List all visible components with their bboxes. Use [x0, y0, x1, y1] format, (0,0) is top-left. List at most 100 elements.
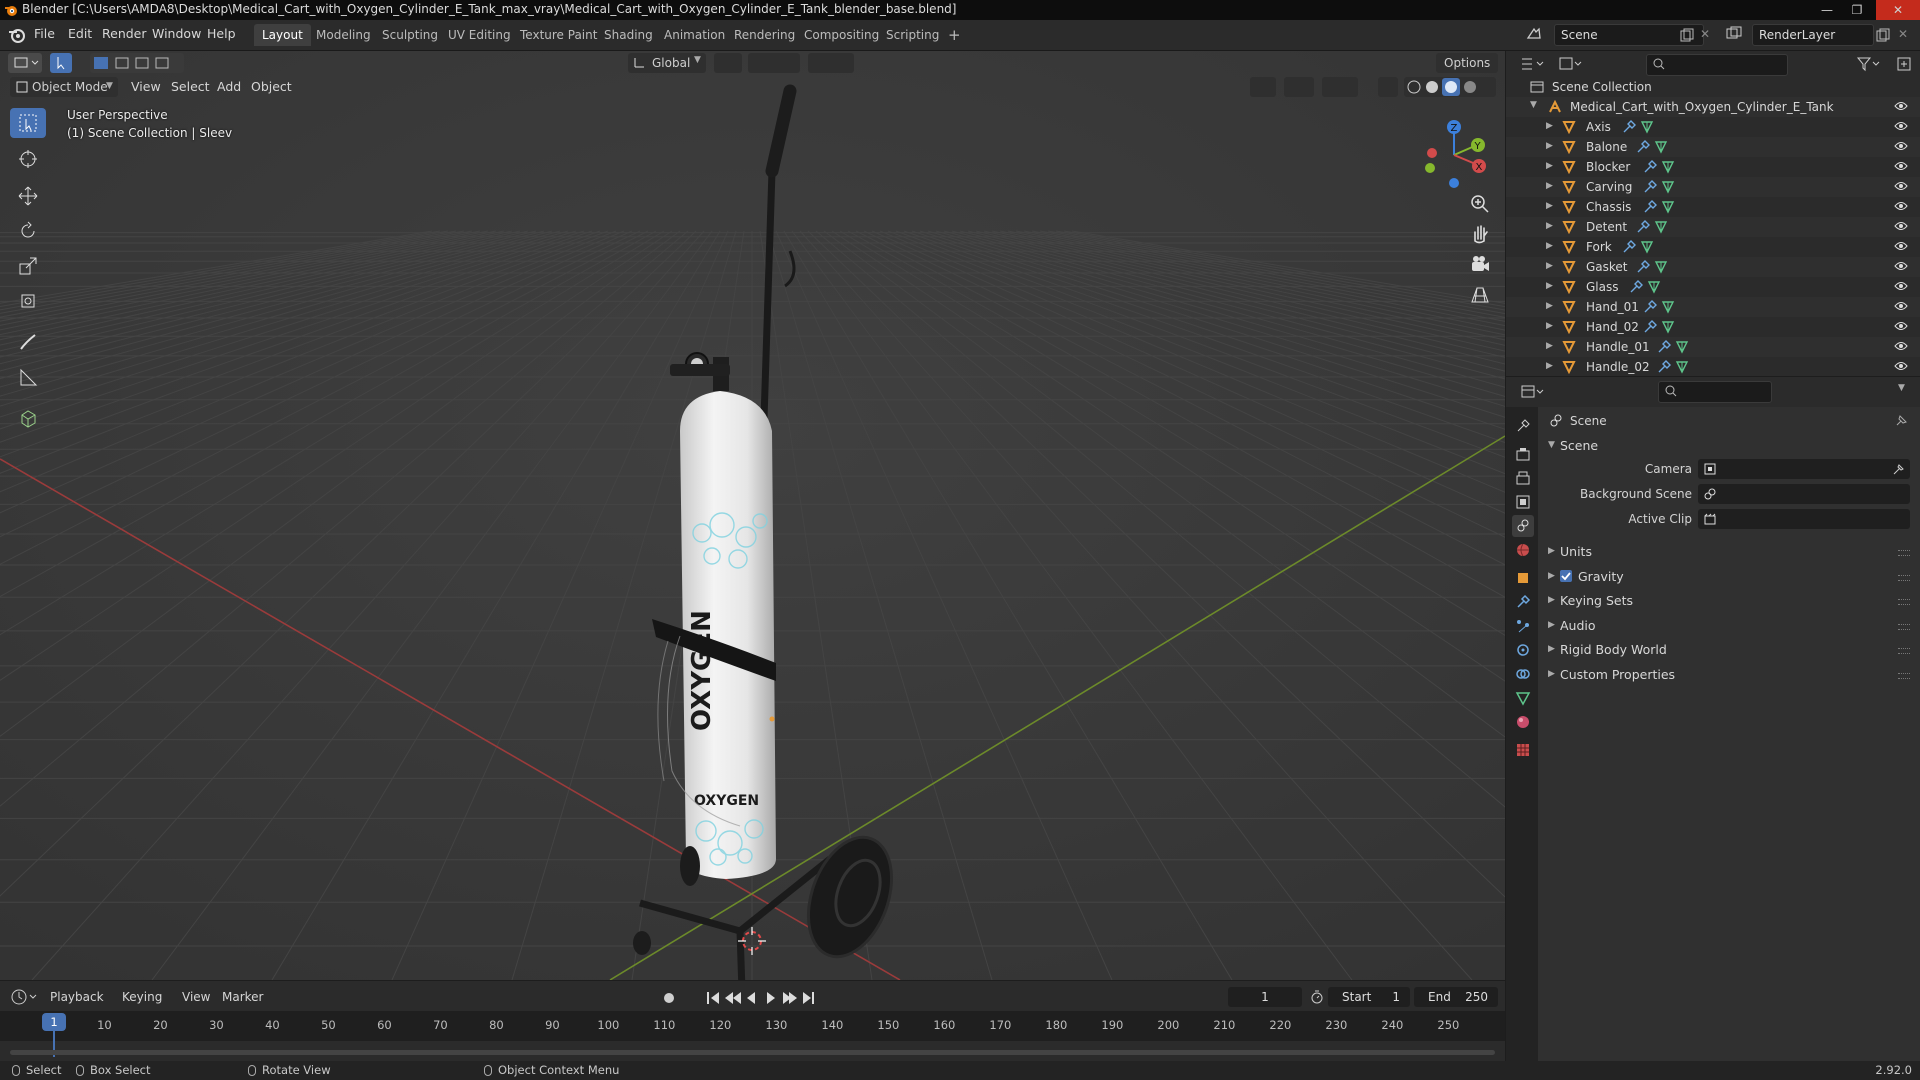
eye-icon[interactable]	[1894, 220, 1908, 232]
tab-material[interactable]	[1512, 711, 1534, 733]
3d-viewport[interactable]: OXYGEN OXYGEN Global ▼ Options Object Mo…	[0, 51, 1505, 980]
play-reverse-button[interactable]	[744, 989, 758, 1007]
expand-arrow-icon[interactable]: ▶	[1546, 201, 1553, 211]
shading-mode-buttons[interactable]	[1404, 77, 1496, 97]
background-scene-field[interactable]	[1698, 484, 1910, 504]
options-dropdown[interactable]: Options	[1436, 53, 1498, 73]
visibility-filter-dropdown[interactable]	[1250, 77, 1276, 97]
mesh-data-icon[interactable]	[1647, 280, 1661, 294]
viewport-menu-select[interactable]: Select	[171, 79, 210, 94]
tab-rendering[interactable]: Rendering	[726, 24, 803, 46]
editor-type-button[interactable]	[8, 53, 42, 73]
drag-handle-icon[interactable]	[1898, 648, 1910, 654]
jump-to-keyframe-back-button[interactable]	[724, 989, 740, 1007]
drag-handle-icon[interactable]	[1898, 672, 1910, 679]
tab-tool[interactable]	[1512, 415, 1534, 437]
ortho-toggle-icon[interactable]	[1469, 284, 1491, 306]
mesh-data-icon[interactable]	[1654, 260, 1668, 274]
selection-mode-buttons[interactable]	[90, 53, 184, 73]
move-tool[interactable]	[10, 181, 46, 211]
select-tool-mode-button[interactable]	[50, 53, 72, 73]
eye-icon[interactable]	[1894, 160, 1908, 172]
expand-arrow-icon[interactable]: ▶	[1546, 361, 1553, 371]
modifier-icon[interactable]	[1657, 360, 1671, 374]
outliner-object-row[interactable]: ▶ Detent	[1506, 217, 1920, 237]
viewport-menu-add[interactable]: Add	[217, 79, 241, 94]
select-box-tool[interactable]	[10, 108, 46, 138]
timeline-menu-playback[interactable]: Playback	[50, 990, 104, 1004]
tab-data[interactable]	[1512, 687, 1534, 709]
add-workspace-button[interactable]: +	[940, 24, 969, 46]
drag-handle-icon[interactable]	[1898, 574, 1910, 581]
eye-icon[interactable]	[1894, 100, 1908, 112]
modifier-icon[interactable]	[1622, 240, 1636, 254]
expand-arrow-icon[interactable]: ▶	[1546, 301, 1553, 311]
timeline-editor-type-button[interactable]	[10, 987, 40, 1007]
mesh-data-icon[interactable]	[1654, 220, 1668, 234]
end-frame-field[interactable]: End 250	[1414, 987, 1498, 1007]
modifier-icon[interactable]	[1643, 200, 1657, 214]
tab-particles[interactable]	[1512, 615, 1534, 637]
jump-to-keyframe-forward-button[interactable]	[781, 989, 797, 1007]
tab-output[interactable]	[1512, 467, 1534, 489]
tab-modeling[interactable]: Modeling	[308, 24, 379, 46]
gravity-checkbox[interactable]	[1560, 569, 1572, 582]
mesh-data-icon[interactable]	[1640, 120, 1654, 134]
tab-texture[interactable]	[1512, 739, 1534, 761]
outliner-object-row[interactable]: ▶ Gasket	[1506, 257, 1920, 277]
pin-icon[interactable]	[1894, 414, 1908, 428]
eye-icon[interactable]	[1894, 200, 1908, 212]
expand-arrow-icon[interactable]: ▶	[1546, 161, 1553, 171]
record-button[interactable]	[662, 991, 676, 1005]
eye-icon[interactable]	[1894, 120, 1908, 132]
display-mode-dropdown[interactable]	[1558, 56, 1584, 72]
modifier-icon[interactable]	[1636, 220, 1650, 234]
expand-arrow-icon[interactable]: ▶	[1546, 241, 1553, 251]
active-clip-field[interactable]	[1698, 509, 1910, 529]
jump-to-end-button[interactable]	[801, 989, 817, 1007]
modifier-icon[interactable]	[1643, 160, 1657, 174]
expand-arrow-icon[interactable]: ▶	[1546, 281, 1553, 291]
maximize-button[interactable]: ❐	[1842, 0, 1872, 20]
mesh-data-icon[interactable]	[1640, 240, 1654, 254]
outliner-root-row[interactable]: Scene Collection	[1506, 77, 1920, 97]
subpanel-units[interactable]: ▶ Units	[1542, 541, 1916, 563]
jump-to-start-button[interactable]	[705, 989, 721, 1007]
zoom-icon[interactable]	[1469, 193, 1491, 215]
drag-handle-icon[interactable]	[1898, 550, 1910, 556]
outliner-search-input[interactable]	[1646, 54, 1788, 76]
gizmo-toggle[interactable]	[1284, 77, 1314, 97]
delete-scene-icon[interactable]: ✕	[1700, 27, 1710, 41]
filter-icon[interactable]	[1856, 56, 1882, 72]
tab-constraints[interactable]	[1512, 663, 1534, 685]
menu-file[interactable]: File	[34, 26, 55, 41]
pan-hand-icon[interactable]	[1469, 223, 1491, 245]
proportional-editing-dropdown[interactable]	[808, 53, 854, 73]
blender-menu-icon[interactable]	[8, 26, 26, 44]
rotate-tool[interactable]	[10, 216, 46, 246]
eye-icon[interactable]	[1894, 340, 1908, 352]
timeline-menu-marker[interactable]: Marker	[222, 990, 263, 1004]
eye-icon[interactable]	[1894, 280, 1908, 292]
modifier-icon[interactable]	[1643, 300, 1657, 314]
pivot-point-dropdown[interactable]	[714, 53, 742, 73]
properties-search-input[interactable]	[1658, 381, 1772, 403]
menu-render[interactable]: Render	[102, 26, 147, 41]
xray-toggle[interactable]	[1378, 77, 1398, 97]
collapse-arrow-icon[interactable]: ▼	[1530, 100, 1537, 110]
expand-arrow-icon[interactable]: ▶	[1546, 261, 1553, 271]
modifier-icon[interactable]	[1657, 340, 1671, 354]
modifier-icon[interactable]	[1643, 320, 1657, 334]
transform-orientation-dropdown[interactable]: Global ▼	[628, 53, 706, 73]
menu-edit[interactable]: Edit	[68, 26, 92, 41]
drag-handle-icon[interactable]	[1898, 599, 1910, 605]
mesh-data-icon[interactable]	[1661, 320, 1675, 334]
outliner-object-row[interactable]: ▶ Handle_02	[1506, 357, 1920, 377]
camera-field[interactable]	[1698, 459, 1910, 479]
tab-layout[interactable]: Layout	[254, 24, 311, 46]
overlays-toggle[interactable]	[1322, 77, 1358, 97]
mesh-data-icon[interactable]	[1654, 140, 1668, 154]
start-frame-field[interactable]: Start 1	[1328, 987, 1410, 1007]
drag-handle-icon[interactable]	[1898, 623, 1910, 630]
tab-uv-editing[interactable]: UV Editing	[440, 24, 519, 46]
